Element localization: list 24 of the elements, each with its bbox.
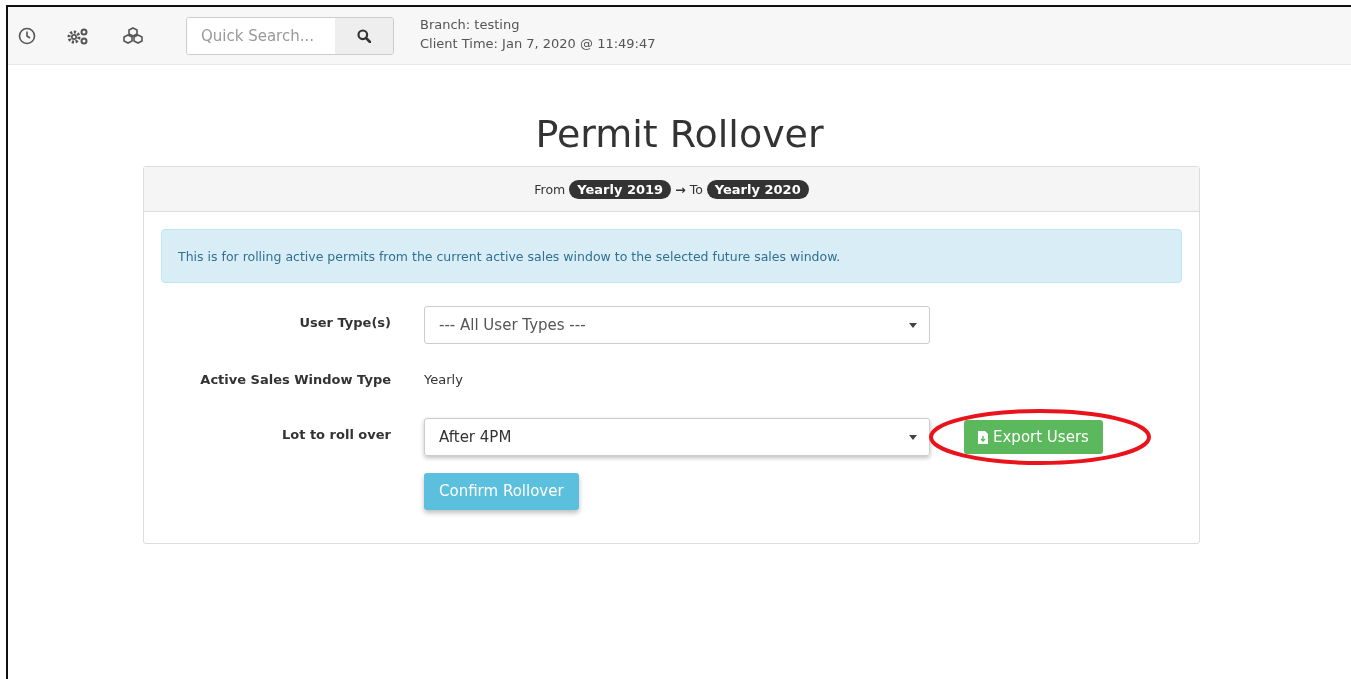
search-icon bbox=[357, 28, 371, 43]
branch-text: Branch: testing bbox=[420, 15, 521, 34]
to-label: To bbox=[689, 181, 703, 197]
field-label: Active Sales Window Type bbox=[199, 371, 391, 387]
field-label: User Type(s) bbox=[298, 314, 391, 330]
field-label: Lot to roll over bbox=[280, 426, 391, 442]
info-alert: This is for rolling active permits from the current active sales window to the selected future sales window. bbox=[161, 229, 1182, 283]
from-badge: Yearly 2019 bbox=[569, 179, 672, 199]
select-dropdown[interactable]: After 4PM bbox=[424, 418, 930, 456]
field-value: Yearly bbox=[424, 371, 463, 387]
arrow-glyph: → bbox=[675, 181, 686, 197]
search-button[interactable] bbox=[335, 17, 393, 54]
clock-icon[interactable] bbox=[18, 26, 36, 45]
caret-icon bbox=[909, 434, 917, 440]
to-badge: Yearly 2020 bbox=[706, 179, 809, 199]
page-title: Permit Rollover bbox=[534, 111, 825, 158]
select-dropdown[interactable]: --- All User Types --- bbox=[424, 306, 930, 344]
gears-icon[interactable] bbox=[66, 26, 90, 45]
from-label: From bbox=[534, 181, 566, 197]
cubes-icon[interactable] bbox=[122, 26, 144, 45]
file-download-icon bbox=[978, 430, 988, 444]
search-field[interactable]: Quick Search... bbox=[186, 16, 394, 55]
client-time-text: Client Time: Jan 7, 2020 @ 11:49:47 bbox=[420, 34, 656, 53]
caret-icon bbox=[909, 322, 917, 328]
